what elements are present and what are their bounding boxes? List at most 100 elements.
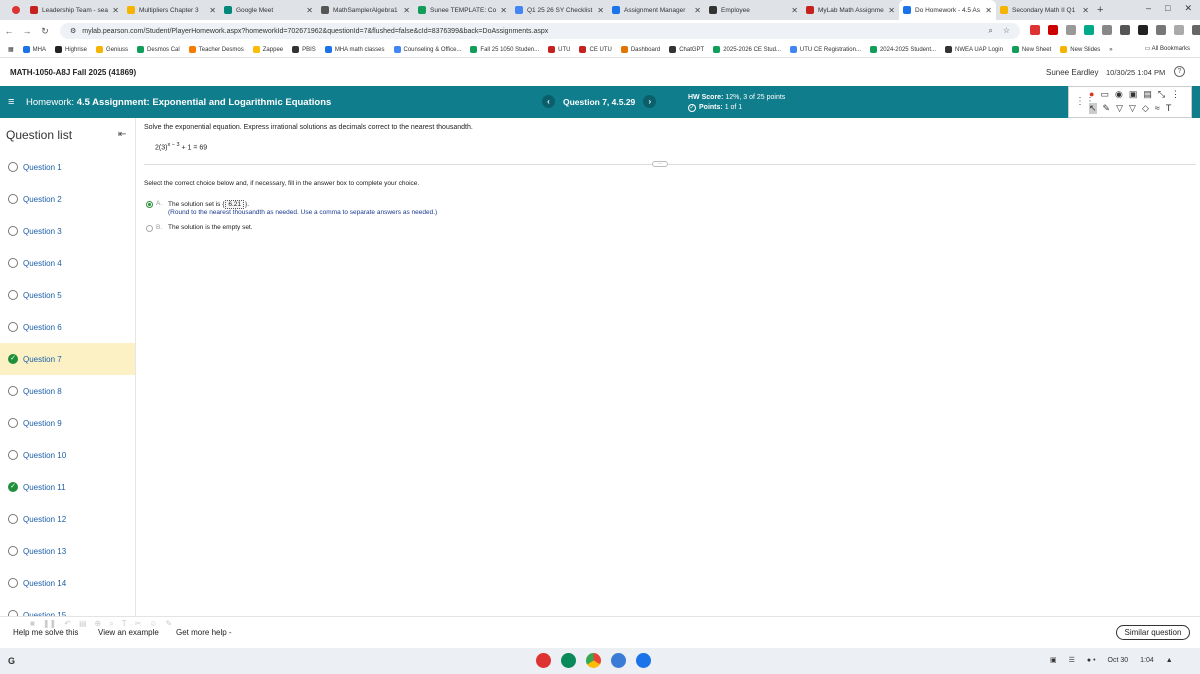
- record-icon[interactable]: ●: [1089, 89, 1094, 100]
- site-info-icon[interactable]: ⚙: [70, 27, 76, 35]
- bookmark-item[interactable]: MHA: [22, 46, 46, 53]
- question-list-item[interactable]: Question 14: [0, 567, 135, 599]
- pen-icon[interactable]: ✎: [1103, 103, 1111, 114]
- choice-b[interactable]: B. The solution is the empty set.: [146, 224, 253, 232]
- new-tab-icon[interactable]: +: [1097, 4, 1103, 16]
- bookmark-item[interactable]: MHA math classes: [324, 46, 385, 53]
- question-list-item[interactable]: Question 9: [0, 407, 135, 439]
- cloud-extension-icon[interactable]: [1120, 25, 1130, 35]
- browser-tab[interactable]: Q1 25 26 SY Checklist ✕: [511, 0, 608, 20]
- browser-tab[interactable]: Secondary Math II Q1 ✕: [996, 0, 1093, 20]
- get-more-help-link[interactable]: Get more help -: [176, 628, 232, 637]
- bookmark-item[interactable]: PBIS: [292, 46, 316, 53]
- bookmark-item[interactable]: UTU CE Registration...: [789, 46, 861, 53]
- tab-close-icon[interactable]: ✕: [888, 6, 895, 15]
- bookmarks-more[interactable]: »: [1109, 47, 1112, 53]
- screen-capture-icon[interactable]: ▣: [1050, 656, 1057, 664]
- back-icon[interactable]: ←: [0, 26, 18, 36]
- text-icon[interactable]: T: [1166, 103, 1172, 114]
- bookmark-item[interactable]: 2025-2026 CE Stud...: [713, 46, 781, 53]
- puzzle-extension-icon[interactable]: [1156, 25, 1166, 35]
- browser-tab[interactable]: Do Homework - 4.5 As ✕: [899, 0, 996, 20]
- tab-close-icon[interactable]: ✕: [597, 6, 604, 15]
- bookmark-item[interactable]: ChatGPT: [669, 46, 704, 53]
- bookmark-item[interactable]: Dashboard: [620, 46, 660, 53]
- launcher-icon[interactable]: G: [8, 656, 15, 666]
- zoom-icon[interactable]: ⌕: [988, 26, 992, 36]
- question-list-item[interactable]: Question 4: [0, 247, 135, 279]
- pen-extension-icon[interactable]: [1030, 25, 1040, 35]
- eraser-icon[interactable]: ◇: [1142, 103, 1149, 114]
- view-example-link[interactable]: View an example: [98, 628, 159, 637]
- tab-close-icon[interactable]: ✕: [306, 6, 313, 15]
- question-list-item[interactable]: Question 1: [0, 151, 135, 183]
- minimize-icon[interactable]: –: [1146, 3, 1151, 14]
- question-list-item[interactable]: Question 12: [0, 503, 135, 535]
- resize-handle[interactable]: ···: [652, 161, 668, 167]
- pointer-icon[interactable]: ↖: [1089, 103, 1097, 114]
- youtube-extension-icon[interactable]: [1048, 25, 1058, 35]
- eye-icon[interactable]: ◉: [1115, 89, 1123, 100]
- tab-close-icon[interactable]: ✕: [112, 6, 119, 15]
- choice-a-radio[interactable]: [146, 201, 153, 208]
- wifi-icon[interactable]: ▲: [1166, 657, 1173, 664]
- maximize-icon[interactable]: □: [1165, 3, 1170, 14]
- bookmark-item[interactable]: CE UTU: [579, 46, 612, 53]
- bookmark-item[interactable]: Highrise: [55, 46, 87, 53]
- bookmark-item[interactable]: Zappee: [252, 46, 283, 53]
- more-vertical-icon[interactable]: ⋮: [1171, 89, 1180, 100]
- reload-icon[interactable]: ↻: [36, 26, 54, 37]
- url-input[interactable]: ⚙ mylab.pearson.com/Student/PlayerHomewo…: [60, 23, 1020, 39]
- more-menu-icon[interactable]: [1192, 25, 1200, 35]
- tab-close-icon[interactable]: ✕: [500, 6, 507, 15]
- bookmark-star-icon[interactable]: ☆: [1003, 26, 1010, 36]
- bookmark-item[interactable]: Counseling & Office...: [393, 46, 461, 53]
- app-red-icon[interactable]: [536, 653, 551, 668]
- forward-icon[interactable]: →: [18, 26, 36, 36]
- question-list-item[interactable]: Question 13: [0, 535, 135, 567]
- trash-icon[interactable]: ▤: [1143, 89, 1152, 100]
- tray-date[interactable]: Oct 30: [1108, 657, 1129, 664]
- bookmark-item[interactable]: Fall 25 1050 Studen...: [470, 46, 539, 53]
- choice-a[interactable]: A. The solution set is {6.21}. (Round to…: [146, 200, 437, 216]
- question-list-item[interactable]: Question 3: [0, 215, 135, 247]
- tab-close-icon[interactable]: ✕: [403, 6, 410, 15]
- bookmark-item[interactable]: New Sheet: [1011, 46, 1051, 53]
- question-list-item[interactable]: Question 15: [0, 599, 135, 616]
- tab-close-icon[interactable]: ✕: [694, 6, 701, 15]
- bookmark-item[interactable]: UTU: [548, 46, 570, 53]
- chrome-icon[interactable]: [586, 653, 601, 668]
- app-classroom-icon[interactable]: [561, 653, 576, 668]
- bookmark-item[interactable]: New Slides: [1060, 46, 1100, 53]
- app-blue-icon[interactable]: [636, 653, 651, 668]
- marker-icon[interactable]: ▽: [1129, 103, 1136, 114]
- help-icon[interactable]: ?: [1174, 66, 1185, 77]
- apps-grid-icon[interactable]: ▦: [8, 46, 14, 53]
- browser-tab[interactable]: Leadership Team - sea ✕: [26, 0, 123, 20]
- question-list-item[interactable]: ✓ Question 11: [0, 471, 135, 503]
- tab-close-icon[interactable]: ✕: [209, 6, 216, 15]
- bookmark-item[interactable]: Desmos Cal: [137, 46, 180, 53]
- screenshot-icon[interactable]: ▭: [1100, 89, 1109, 100]
- tray-time[interactable]: 1:04: [1140, 657, 1154, 664]
- bookmark-item[interactable]: Teacher Desmos: [188, 46, 244, 53]
- all-bookmarks[interactable]: ▭ All Bookmarks: [1145, 45, 1190, 52]
- browser-tab[interactable]: MyLab Math Assignme ✕: [802, 0, 899, 20]
- tab-close-icon[interactable]: ✕: [791, 6, 798, 15]
- profile-dot-icon[interactable]: [12, 6, 20, 14]
- question-list-item[interactable]: Question 2: [0, 183, 135, 215]
- side-panel-icon[interactable]: [1174, 25, 1184, 35]
- question-list-item[interactable]: Question 10: [0, 439, 135, 471]
- green-extension-icon[interactable]: [1084, 25, 1094, 35]
- status-icon[interactable]: ● •: [1087, 657, 1096, 664]
- doc-extension-icon[interactable]: [1066, 25, 1076, 35]
- collapse-panel-icon[interactable]: ⇤: [118, 129, 126, 140]
- grey-extension-icon[interactable]: [1102, 25, 1112, 35]
- question-list-item[interactable]: Question 5: [0, 279, 135, 311]
- highlighter-icon[interactable]: ▽: [1116, 103, 1123, 114]
- tab-close-icon[interactable]: ✕: [1082, 6, 1089, 15]
- notes-icon[interactable]: ☰: [1069, 656, 1075, 664]
- save-icon[interactable]: ▣: [1129, 89, 1138, 100]
- close-window-icon[interactable]: ✕: [1184, 3, 1192, 14]
- browser-tab[interactable]: MathSamplerAlgebra1 ✕: [317, 0, 414, 20]
